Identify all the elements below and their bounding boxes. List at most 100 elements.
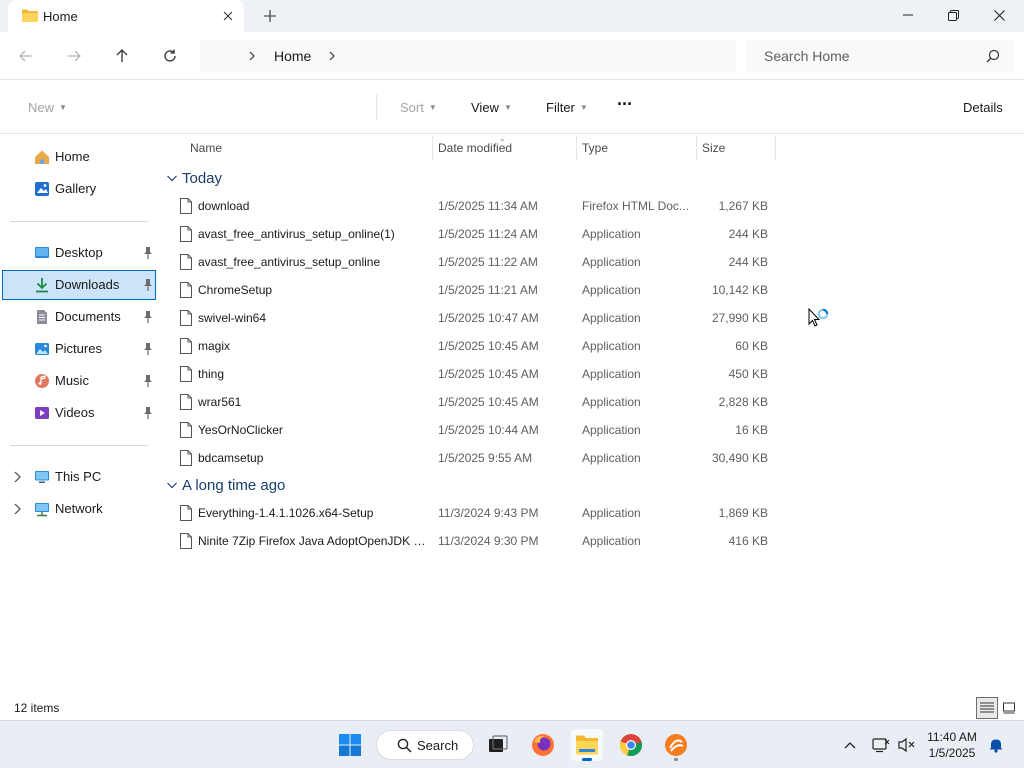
file-row[interactable]: ChromeSetup 1/5/2025 11:21 AM Applicatio… bbox=[174, 276, 780, 304]
task-view-button[interactable] bbox=[482, 729, 514, 761]
notifications-button[interactable] bbox=[986, 735, 1006, 755]
sidebar-item-label: Documents bbox=[55, 309, 121, 324]
clock[interactable]: 11:40 AM 1/5/2025 bbox=[920, 729, 984, 761]
file-date: 11/3/2024 9:43 PM bbox=[438, 506, 539, 520]
network-icon bbox=[35, 503, 49, 517]
search-input[interactable]: Search Home bbox=[746, 40, 1014, 72]
sidebar-divider bbox=[10, 445, 148, 446]
chevron-right-icon[interactable] bbox=[12, 503, 22, 515]
tiles-view-button[interactable] bbox=[998, 697, 1020, 719]
back-button[interactable] bbox=[14, 44, 38, 68]
file-name: Everything-1.4.1.1026.x64-Setup bbox=[198, 506, 374, 520]
column-divider[interactable] bbox=[576, 136, 577, 160]
pin-icon[interactable] bbox=[142, 406, 154, 420]
pin-icon[interactable] bbox=[142, 374, 154, 388]
sidebar-item-music[interactable]: Music bbox=[2, 366, 156, 396]
file-row[interactable]: download 1/5/2025 11:34 AM Firefox HTML … bbox=[174, 192, 780, 220]
column-header-type[interactable]: Type bbox=[582, 141, 608, 155]
file-row[interactable]: avast_free_antivirus_setup_online(1) 1/5… bbox=[174, 220, 780, 248]
sidebar-item-desktop[interactable]: Desktop bbox=[2, 238, 156, 268]
tab-home[interactable]: Home bbox=[8, 0, 244, 32]
new-tab-button[interactable] bbox=[260, 6, 280, 26]
file-row[interactable]: swivel-win64 1/5/2025 10:47 AM Applicati… bbox=[174, 304, 780, 332]
file-type: Application bbox=[582, 451, 641, 465]
file-row[interactable]: Ninite 7Zip Firefox Java AdoptOpenJDK x.… bbox=[174, 527, 780, 555]
group-header-today[interactable]: Today bbox=[166, 167, 222, 189]
sidebar-item-pictures[interactable]: Pictures bbox=[2, 334, 156, 364]
volume-button[interactable] bbox=[897, 735, 917, 755]
taskbar-search[interactable]: Search bbox=[376, 730, 474, 760]
pin-icon[interactable] bbox=[142, 342, 154, 356]
group-header-older[interactable]: A long time ago bbox=[166, 474, 285, 496]
file-row[interactable]: thing 1/5/2025 10:45 AM Application 450 … bbox=[174, 360, 780, 388]
file-name: ChromeSetup bbox=[198, 283, 273, 297]
close-window-button[interactable] bbox=[976, 0, 1022, 30]
sidebar-item-label: Music bbox=[55, 373, 89, 388]
taskbar: Search 11:40 AM 1/5/2025 bbox=[0, 720, 1024, 768]
details-view-button[interactable] bbox=[976, 697, 998, 719]
taskbar-firefox[interactable] bbox=[527, 729, 559, 761]
column-header-name[interactable]: Name bbox=[190, 141, 222, 155]
column-divider[interactable] bbox=[696, 136, 697, 160]
file-row[interactable]: wrar561 1/5/2025 10:45 AM Application 2,… bbox=[174, 388, 780, 416]
arrow-right-icon bbox=[68, 50, 81, 62]
file-name: download bbox=[198, 199, 250, 213]
taskbar-app[interactable] bbox=[660, 729, 692, 761]
filter-button[interactable]: Filter ▼ bbox=[546, 100, 588, 115]
close-tab-button[interactable] bbox=[218, 6, 238, 26]
new-button[interactable]: New ▼ bbox=[28, 100, 67, 115]
chevron-right-icon[interactable] bbox=[12, 471, 22, 483]
task-view-icon bbox=[489, 735, 508, 752]
taskbar-file-explorer[interactable] bbox=[571, 729, 603, 761]
view-button[interactable]: View ▼ bbox=[471, 100, 512, 115]
file-type: Application bbox=[582, 339, 641, 353]
file-name: wrar561 bbox=[198, 395, 242, 409]
network-status-button[interactable] bbox=[871, 735, 891, 755]
sidebar-item-downloads[interactable]: Downloads bbox=[2, 270, 156, 300]
pictures-icon bbox=[35, 343, 49, 355]
file-row[interactable]: avast_free_antivirus_setup_online 1/5/20… bbox=[174, 248, 780, 276]
clock-date: 1/5/2025 bbox=[928, 746, 976, 760]
sidebar-item-network[interactable]: Network bbox=[2, 494, 156, 524]
more-options-button[interactable]: ··· bbox=[617, 94, 633, 115]
maximize-button[interactable] bbox=[930, 0, 976, 30]
busy-cursor-icon bbox=[808, 308, 829, 327]
sidebar-item-gallery[interactable]: Gallery bbox=[2, 174, 156, 204]
file-row[interactable]: YesOrNoClicker 1/5/2025 10:44 AM Applica… bbox=[174, 416, 780, 444]
file-row[interactable]: bdcamsetup 1/5/2025 9:55 AM Application … bbox=[174, 444, 780, 472]
file-row[interactable]: Everything-1.4.1.1026.x64-Setup 11/3/202… bbox=[174, 499, 780, 527]
sidebar-item-documents[interactable]: Documents bbox=[2, 302, 156, 332]
chevron-right-icon[interactable] bbox=[246, 48, 258, 64]
minimize-button[interactable] bbox=[885, 0, 931, 30]
address-bar[interactable]: Home bbox=[200, 40, 736, 72]
show-hidden-icons-button[interactable] bbox=[840, 735, 860, 755]
column-header-date[interactable]: Date modified bbox=[438, 141, 512, 155]
file-row[interactable]: magix 1/5/2025 10:45 AM Application 60 K… bbox=[174, 332, 780, 360]
column-header-size[interactable]: Size bbox=[702, 141, 725, 155]
breadcrumb-home[interactable]: Home bbox=[274, 48, 311, 64]
column-divider[interactable] bbox=[432, 136, 433, 160]
pin-icon[interactable] bbox=[142, 278, 154, 292]
file-size: 30,490 KB bbox=[711, 451, 768, 465]
taskbar-chrome[interactable] bbox=[615, 729, 647, 761]
details-button[interactable]: Details bbox=[963, 100, 1003, 115]
pin-icon[interactable] bbox=[142, 310, 154, 324]
pin-icon[interactable] bbox=[142, 246, 154, 260]
sidebar-item-videos[interactable]: Videos bbox=[2, 398, 156, 428]
file-type: Application bbox=[582, 423, 641, 437]
chevron-right-icon[interactable] bbox=[326, 48, 338, 64]
file-type: Firefox HTML Doc... bbox=[582, 199, 689, 213]
start-button[interactable] bbox=[334, 729, 366, 761]
refresh-button[interactable] bbox=[158, 44, 182, 68]
column-divider[interactable] bbox=[775, 136, 776, 160]
sidebar-item-home[interactable]: Home bbox=[2, 142, 156, 172]
file-date: 1/5/2025 10:44 AM bbox=[438, 423, 539, 437]
up-button[interactable] bbox=[110, 44, 134, 68]
item-count: 12 items bbox=[14, 701, 60, 715]
this-pc-icon bbox=[35, 471, 49, 483]
sidebar-item-this-pc[interactable]: This PC bbox=[2, 462, 156, 492]
forward-button[interactable] bbox=[62, 44, 86, 68]
sidebar-item-label: Network bbox=[55, 501, 103, 516]
file-type: Application bbox=[582, 311, 641, 325]
sort-button[interactable]: Sort ▼ bbox=[400, 100, 437, 115]
